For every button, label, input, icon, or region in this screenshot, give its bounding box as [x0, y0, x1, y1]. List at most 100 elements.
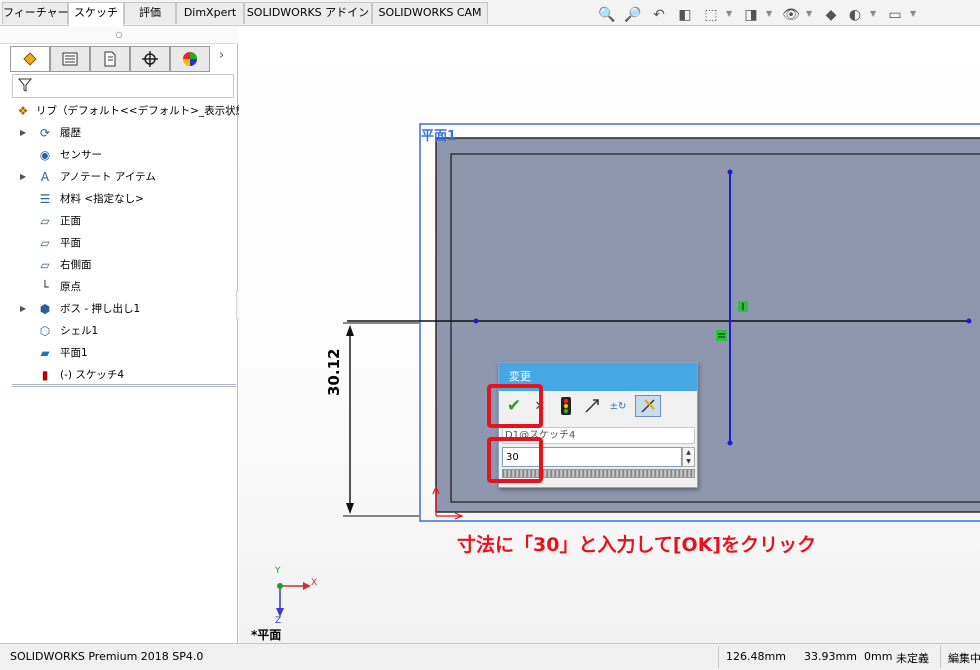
tree-item-history[interactable]: ▶ ⟳ 履歴 — [0, 122, 238, 144]
tab-solidworks-cam[interactable]: SOLIDWORKS CAM — [372, 2, 488, 24]
displaymanager-icon[interactable] — [170, 46, 210, 72]
plane-label: 平面1 — [421, 129, 457, 144]
tree-end-divider — [12, 384, 236, 387]
plane-icon: ▱ — [40, 258, 50, 272]
tree-item-label: 正面 — [60, 215, 81, 227]
zoom-to-area-icon[interactable]: 🔎 — [622, 4, 644, 26]
tree-item-label: (-) スケッチ4 — [60, 369, 124, 381]
tree-root[interactable]: ❖ リブ（デフォルト<<デフォルト>_表示状態 1>） — [0, 100, 276, 122]
tree-item-label: ボス - 押し出し1 — [60, 303, 141, 315]
tab-features[interactable]: フィーチャー — [2, 2, 69, 24]
chevron-down-icon[interactable]: ▼ — [910, 9, 916, 18]
tree-filter[interactable] — [12, 74, 234, 98]
mark-for-drawing-icon[interactable] — [635, 395, 661, 417]
chevron-down-icon[interactable]: ▼ — [726, 9, 732, 18]
tree-item-label: 平面 — [60, 237, 81, 249]
tree-item-label: 材料 <指定なし> — [60, 193, 144, 205]
sketch-point — [966, 318, 972, 324]
boss-extrude-icon: ⬢ — [39, 302, 51, 316]
tree-item-label: センサー — [60, 149, 102, 161]
section-view-icon[interactable]: ◧ — [674, 4, 696, 26]
expand-arrow-icon[interactable]: ▶ — [20, 122, 26, 144]
tree-item-annotations[interactable]: ▶ A アノテート アイテム — [0, 166, 238, 188]
horizontal-relation-badge — [716, 330, 727, 341]
triad-x-label: X — [311, 578, 318, 588]
previous-view-icon[interactable]: ↶ — [648, 4, 670, 26]
edit-appearance-icon[interactable]: ◆ — [820, 4, 842, 26]
tab-evaluate[interactable]: 評価 — [124, 2, 176, 24]
sketch-point — [473, 318, 479, 324]
value-spinner[interactable]: ▲ ▼ — [682, 447, 695, 467]
highlight-ok-button — [487, 384, 543, 428]
featuremanager-icon[interactable] — [10, 46, 50, 72]
reset-spin-increment-icon[interactable]: ±↻ — [607, 395, 629, 417]
coord-x: 126.48mm — [726, 650, 786, 663]
tree-item-label: 履歴 — [60, 127, 81, 139]
dimension-arrow — [346, 325, 354, 336]
chevron-down-icon[interactable]: ▼ — [766, 9, 772, 18]
plane-icon: ▰ — [40, 346, 50, 360]
triad-y-label: Y — [275, 566, 281, 576]
tree-item-origin[interactable]: └ 原点 — [0, 276, 238, 298]
hide-show-items-icon[interactable]: 👁 — [780, 4, 802, 26]
tree-item-label: アノテート アイテム — [60, 171, 156, 183]
display-style-icon[interactable]: ◨ — [740, 4, 762, 26]
chevron-right-icon[interactable]: › — [219, 48, 224, 63]
tree-item-label: 平面1 — [60, 347, 88, 359]
apply-scene-icon[interactable]: ◐ — [844, 4, 866, 26]
zoom-to-fit-icon[interactable]: 🔍 — [596, 4, 618, 26]
tree-item-right-plane[interactable]: ▱ 右側面 — [0, 254, 238, 276]
filter-icon — [17, 78, 33, 96]
sketch-point — [727, 169, 733, 175]
sketch-state: 未定義 — [896, 652, 929, 665]
tree-item-shell[interactable]: ⬡ シェル1 — [0, 320, 238, 342]
featuremanager-panel: ○ › ❖ リブ（デフォルト<<デフォルト>_表示状態 1>） ▶ ⟳ 履歴 ◉… — [0, 26, 276, 643]
coord-y: 33.93mm — [804, 650, 857, 663]
dimxpertmanager-icon[interactable] — [130, 46, 170, 72]
tree-item-boss-extrude[interactable]: ▶ ⬢ ボス - 押し出し1 — [0, 298, 238, 320]
part-icon: ❖ — [17, 104, 29, 118]
tree-item-plane1[interactable]: ▰ 平面1 — [0, 342, 238, 364]
triad-z-label: Z — [275, 616, 282, 626]
status-bar: SOLIDWORKS Premium 2018 SP4.0 126.48mm 3… — [0, 643, 980, 670]
triad-y-axis — [277, 583, 283, 589]
propertymanager-icon[interactable] — [50, 46, 90, 72]
panel-grip[interactable]: ○ — [0, 26, 238, 44]
tree-item-label: 右側面 — [60, 259, 92, 271]
tab-dimxpert[interactable]: DimXpert — [176, 2, 244, 24]
configurationmanager-icon[interactable] — [90, 46, 130, 72]
dimension-value-label[interactable]: 30.12 — [325, 349, 343, 396]
shell-icon: ⬡ — [39, 324, 51, 338]
view-label: *平面 — [251, 628, 282, 642]
tree-item-sketch4[interactable]: ▮ (-) スケッチ4 — [0, 364, 238, 386]
reverse-direction-icon[interactable] — [581, 395, 603, 417]
rebuild-icon[interactable] — [555, 395, 577, 417]
product-version: SOLIDWORKS Premium 2018 SP4.0 — [10, 650, 204, 663]
origin-icon: └ — [41, 280, 49, 294]
status-divider — [940, 646, 941, 668]
tree-item-front-plane[interactable]: ▱ 正面 — [0, 210, 238, 232]
status-divider — [718, 646, 719, 668]
expand-arrow-icon[interactable]: ▶ — [20, 166, 26, 188]
highlight-value-input — [487, 437, 543, 483]
tab-sketch[interactable]: スケッチ — [68, 2, 124, 26]
material-icon: ☰ — [39, 192, 51, 206]
tree-item-label: 原点 — [60, 281, 81, 293]
tab-solidworks-addins[interactable]: SOLIDWORKS アドイン — [244, 2, 372, 24]
sketch-point — [727, 440, 733, 446]
sensor-icon: ◉ — [39, 148, 51, 162]
chevron-down-icon[interactable]: ▼ — [870, 9, 876, 18]
edit-mode: 編集中 — [948, 652, 980, 665]
tree-item-sensors[interactable]: ◉ センサー — [0, 144, 238, 166]
annotation-icon: A — [40, 170, 50, 184]
dimension-arrow — [346, 503, 354, 514]
tree-item-material[interactable]: ☰ 材料 <指定なし> — [0, 188, 238, 210]
plane-icon: ▱ — [40, 214, 50, 228]
view-orientation-icon[interactable]: ⬚ — [700, 4, 722, 26]
view-settings-icon[interactable]: ▭ — [884, 4, 906, 26]
history-icon: ⟳ — [39, 126, 51, 140]
chevron-down-icon[interactable]: ▼ — [806, 9, 812, 18]
expand-arrow-icon[interactable]: ▶ — [20, 298, 26, 320]
tree-item-top-plane[interactable]: ▱ 平面 — [0, 232, 238, 254]
tree-item-label: シェル1 — [60, 325, 99, 337]
